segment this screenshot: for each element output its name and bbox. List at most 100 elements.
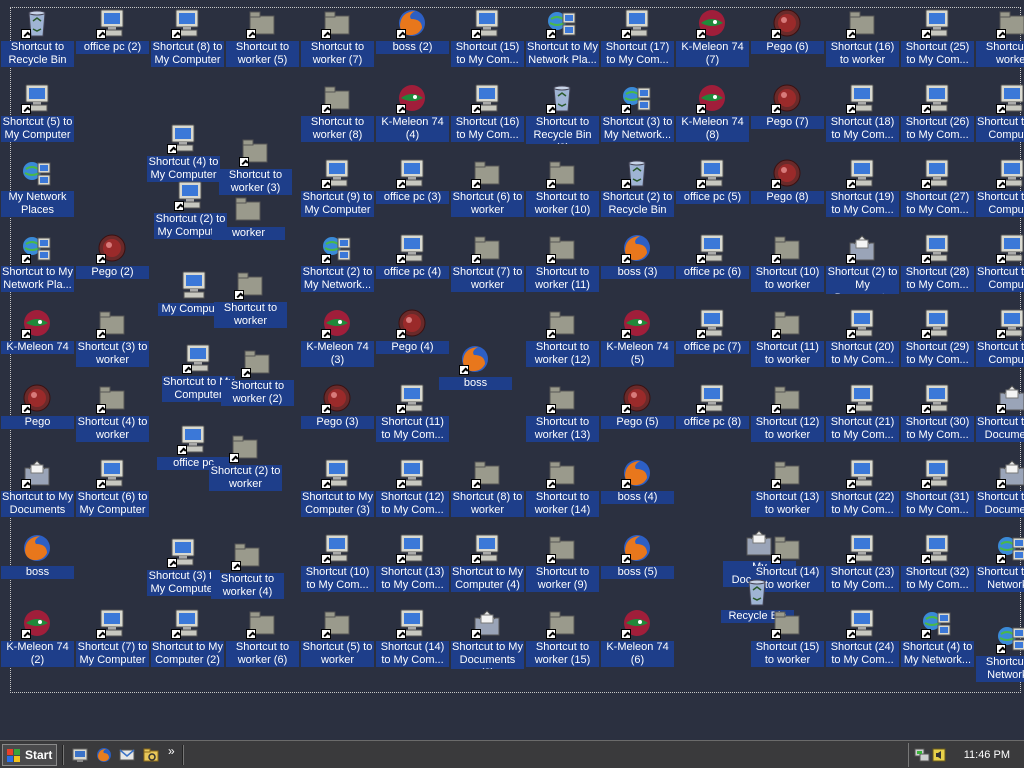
desktop-icon[interactable]: Shortcut to worker (5) [225,7,300,77]
desktop-icon[interactable]: Shortcut to worker (14) [525,457,600,527]
desktop-icon[interactable]: Pego (5) [600,382,675,452]
desktop-icon[interactable]: office pc (7) [675,307,750,377]
desktop-icon[interactable]: Shortcut to worker [975,7,1024,77]
desktop-icon[interactable]: Shortcut (5) to My Computer [0,82,75,152]
outlook-icon[interactable] [119,747,135,763]
desktop-icon[interactable]: Shortcut to worker [213,268,288,338]
desktop-icon[interactable]: Shortcut (18) to My Com... [825,82,900,152]
desktop-icon[interactable]: Shortcut (25) to My Com... [900,7,975,77]
desktop-icon[interactable]: Shortcut to worker (6) [225,607,300,677]
desktop-icon[interactable]: Shortcut (27) to My Com... [900,157,975,227]
desktop-icon[interactable]: Shortcut (24) to My Com... [825,607,900,677]
desktop-icon[interactable]: Shortcut (13) to worker [750,457,825,527]
desktop-icon[interactable]: Shortcut (3) to worker [75,307,150,377]
desktop-icon[interactable]: Shortcut (14) to My Com... [375,607,450,677]
desktop-icon[interactable]: Shortcut to worker (9) [525,532,600,602]
desktop-icon[interactable]: Shortcut to My Network P [975,532,1024,602]
desktop-icon[interactable]: Shortcut to worker (2) [220,346,295,416]
desktop-icon[interactable]: Shortcut (4) to worker [75,382,150,452]
desktop-icon[interactable]: K-Meleon 74 (7) [675,7,750,77]
desktop-icon[interactable]: Shortcut (8) to My Computer [150,7,225,77]
desktop-icon[interactable]: Shortcut (31) to My Com... [900,457,975,527]
desktop-icon[interactable]: office pc (6) [675,232,750,302]
desktop-icon[interactable]: Shortcut (19) to My Com... [825,157,900,227]
desktop-icon[interactable]: Shortcut to My Computer [975,157,1024,227]
desktop-icon[interactable]: Shortcut to My Network Pla... [525,7,600,77]
desktop[interactable]: Shortcut to Recycle Bin office pc (2) Shor… [0,0,1024,740]
desktop-icon[interactable]: K-Meleon 74 (8) [675,82,750,152]
desktop-icon[interactable]: Shortcut (9) to My Computer [300,157,375,227]
desktop-icon[interactable]: office pc (5) [675,157,750,227]
desktop-icon[interactable]: Shortcut to worker (13) [525,382,600,452]
desktop-icon[interactable]: Shortcut to worker (8) [300,82,375,152]
desktop-icon[interactable]: office pc (2) [75,7,150,77]
desktop-icon[interactable]: Shortcut to My Computer [975,307,1024,377]
desktop-icon[interactable]: Shortcut (7) to worker [450,232,525,302]
desktop-icon[interactable]: Shortcut to My Computer (4) [450,532,525,602]
desktop-icon[interactable]: Shortcut to My Network Pla... [0,232,75,302]
desktop-icon[interactable]: Shortcut to Recycle Bin [0,7,75,77]
desktop-icon[interactable]: boss (2) [375,7,450,77]
desktop-icon[interactable]: Shortcut to My Documents [0,457,75,527]
desktop-icon[interactable]: Shortcut to My Computer [975,232,1024,302]
volume-tray-icon[interactable] [931,747,947,763]
desktop-icon[interactable]: office pc (3) [375,157,450,227]
desktop-icon[interactable]: Shortcut (28) to My Com... [900,232,975,302]
desktop-icon[interactable]: K-Meleon 74 (2) [0,607,75,677]
desktop-icon[interactable]: boss (5) [600,532,675,602]
desktop-icon[interactable]: worker [211,193,286,263]
desktop-icon[interactable]: Shortcut to Recycle Bin (2) [525,82,600,152]
desktop-icon[interactable]: Pego (6) [750,7,825,77]
desktop-icon[interactable]: Shortcut (16) to worker [825,7,900,77]
desktop-icon[interactable]: Pego (8) [750,157,825,227]
firefox-icon[interactable] [96,747,112,763]
desktop-icon[interactable]: My Network Places [0,157,75,227]
desktop-icon[interactable]: K-Meleon 74 (5) [600,307,675,377]
desktop-icon[interactable]: Shortcut to worker (10) [525,157,600,227]
explorer-icon[interactable] [143,747,159,763]
desktop-icon[interactable]: Shortcut (5) to worker [300,607,375,677]
desktop-icon[interactable]: K-Meleon 74 (6) [600,607,675,677]
desktop-icon[interactable]: Pego [0,382,75,452]
desktop-icon[interactable]: Shortcut (4) to My Network... [900,607,975,677]
desktop-icon[interactable]: Shortcut (10) to My Com... [300,532,375,602]
desktop-icon[interactable]: Shortcut to My Documents [975,457,1024,527]
desktop-icon[interactable]: Shortcut (15) to My Com... [450,7,525,77]
desktop-icon[interactable]: office pc (8) [675,382,750,452]
desktop-icon[interactable]: Shortcut (6) to worker [450,157,525,227]
desktop-icon[interactable]: Shortcut (29) to My Com... [900,307,975,377]
desktop-icon[interactable]: Shortcut to Network P [975,622,1024,692]
desktop-icon[interactable]: Shortcut to My Computer (2) [150,607,225,677]
desktop-icon[interactable]: Pego (3) [300,382,375,452]
desktop-icon[interactable]: K-Meleon 74 [0,307,75,377]
desktop-icon[interactable]: Shortcut (6) to My Computer [75,457,150,527]
desktop-icon[interactable]: boss [0,532,75,602]
quick-launch-more-chevron[interactable]: » [168,744,175,758]
desktop-icon[interactable]: Shortcut (21) to My Com... [825,382,900,452]
desktop-icon[interactable]: Shortcut (23) to My Com... [825,532,900,602]
desktop-icon[interactable]: boss (3) [600,232,675,302]
desktop-icon[interactable]: Shortcut to worker (7) [300,7,375,77]
desktop-icon[interactable]: Shortcut to worker (15) [525,607,600,677]
show-desktop-icon[interactable] [72,747,88,763]
desktop-icon[interactable]: Shortcut (22) to My Com... [825,457,900,527]
desktop-icon[interactable]: Shortcut (17) to My Com... [600,7,675,77]
desktop-icon[interactable]: Shortcut (11) to worker [750,307,825,377]
desktop-icon[interactable]: Shortcut (2) to My Network... [300,232,375,302]
desktop-icon[interactable]: Shortcut (2) to Recycle Bin [600,157,675,227]
desktop-icon[interactable]: Shortcut to My Documents [975,382,1024,452]
desktop-icon[interactable]: Shortcut to My Computer [975,82,1024,152]
desktop-icon[interactable]: Shortcut (20) to My Com... [825,307,900,377]
desktop-icon[interactable]: Shortcut to My Documents (2) [450,607,525,677]
desktop-icon[interactable]: Shortcut (8) to worker [450,457,525,527]
desktop-icon[interactable]: Shortcut (15) to worker [750,607,825,677]
desktop-icon[interactable]: Shortcut (16) to My Com... [450,82,525,152]
desktop-icon[interactable]: Shortcut (26) to My Com... [900,82,975,152]
desktop-icon[interactable]: Shortcut (10) to worker [750,232,825,302]
desktop-icon[interactable]: Shortcut (12) to worker [750,382,825,452]
desktop-icon[interactable]: Shortcut to worker (4) [210,539,285,609]
desktop-icon[interactable]: Shortcut (2) to My Documents [825,232,900,302]
desktop-icon[interactable]: Shortcut (32) to My Com... [900,532,975,602]
network-tray-icon[interactable] [914,747,930,763]
clock[interactable]: 11:46 PM [964,749,1010,761]
